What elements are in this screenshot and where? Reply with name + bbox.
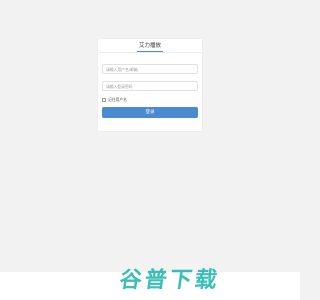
watermark-text: 谷普下载 [117,268,222,293]
login-button[interactable]: 登录 [102,107,198,118]
account-input[interactable] [102,64,198,74]
login-title: 艾力播放 [138,43,161,49]
remember-row[interactable]: 记住用户名 [102,96,127,104]
login-card: 艾力播放 记住用户名 登录 [98,39,202,131]
password-input[interactable] [102,81,198,91]
title-divider [98,52,202,53]
remember-label: 记住用户名 [108,97,127,102]
remember-checkbox[interactable] [102,98,106,102]
watermark-logo: 谷普下载 [117,262,246,294]
